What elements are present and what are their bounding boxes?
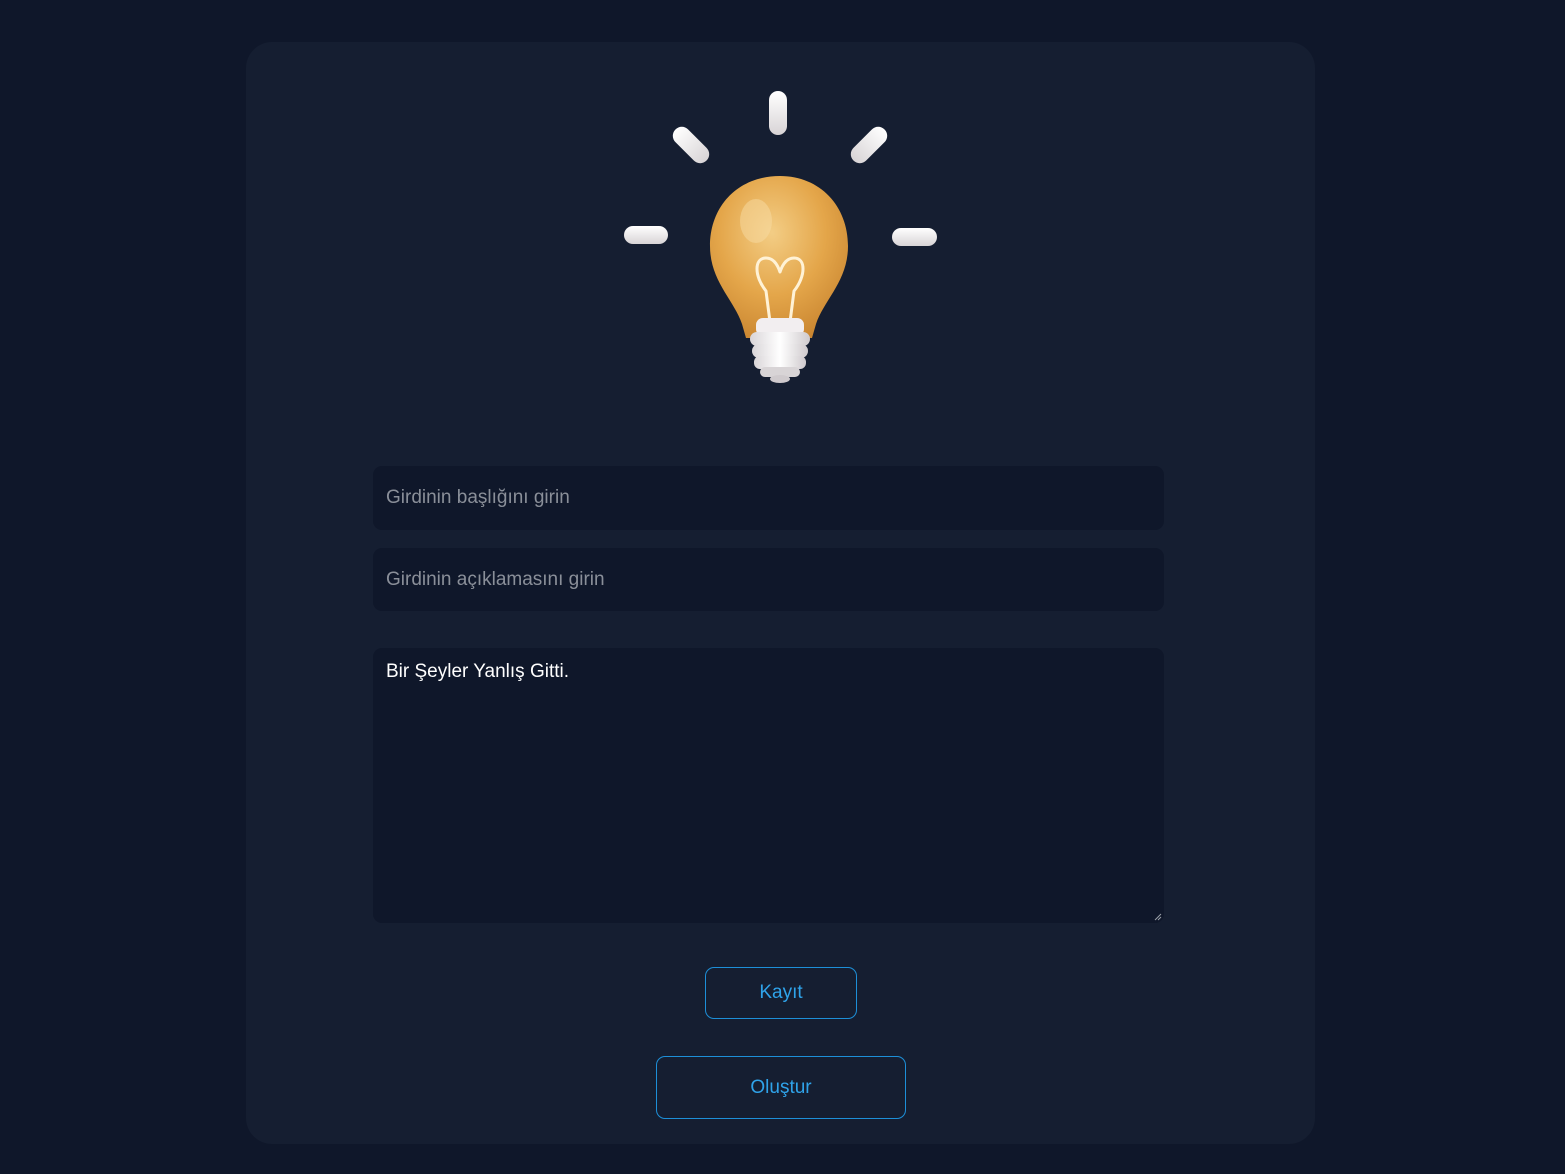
save-button-label: Kayıt	[759, 982, 803, 1003]
create-button-label: Oluştur	[750, 1076, 812, 1098]
save-button[interactable]: Kayıt	[705, 967, 857, 1019]
content-textarea[interactable]: Bir Şeyler Yanlış Gitti.	[373, 648, 1164, 923]
resize-handle-icon[interactable]	[1154, 913, 1162, 921]
content-text: Bir Şeyler Yanlış Gitti.	[386, 661, 570, 682]
description-input[interactable]	[373, 548, 1164, 611]
title-input[interactable]	[373, 466, 1164, 530]
lightbulb-icon	[616, 86, 946, 386]
create-button[interactable]: Oluştur	[656, 1056, 906, 1119]
entry-card: Bir Şeyler Yanlış Gitti. Kayıt Oluştur	[246, 42, 1315, 1144]
